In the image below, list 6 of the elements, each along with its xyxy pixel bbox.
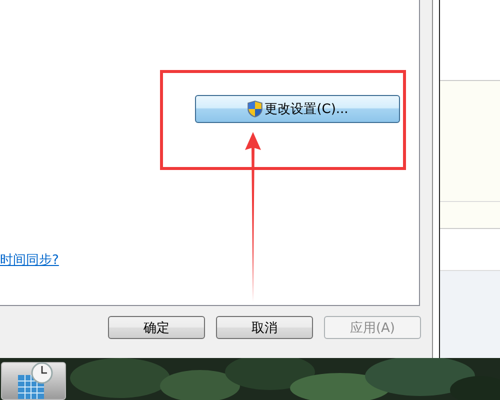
time-sync-link[interactable]: 时间同步? xyxy=(0,251,59,269)
shield-icon xyxy=(246,100,263,118)
change-settings-button[interactable]: 更改设置(C)... xyxy=(195,95,400,123)
dialog-button[interactable]: 取消 xyxy=(216,316,313,339)
taskbar-button[interactable] xyxy=(1,362,66,400)
dialog-button[interactable]: 确定 xyxy=(108,316,205,339)
